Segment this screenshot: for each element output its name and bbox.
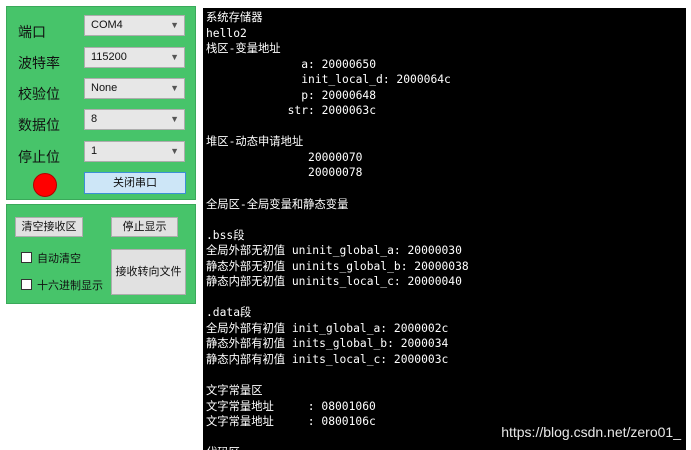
receive-console[interactable]: 系统存储器 hello2 栈区-变量地址 a: 20000650 init_loca… <box>203 8 686 450</box>
databits-label: 数据位 <box>18 118 60 134</box>
console-line: 20000078 <box>206 166 363 180</box>
databits-select[interactable]: 8 ▼ <box>84 109 185 130</box>
auto-clear-checkbox[interactable] <box>21 252 32 263</box>
port-select[interactable]: COM4 ▼ <box>84 15 185 36</box>
baud-select[interactable]: 115200 ▼ <box>84 47 185 68</box>
chevron-down-icon: ▼ <box>170 20 179 30</box>
watermark: https://blog.csdn.net/zero01_ <box>501 424 681 440</box>
stop-display-button[interactable]: 停止显示 <box>111 217 178 237</box>
chevron-down-icon: ▼ <box>170 146 179 156</box>
console-line: 全局外部有初值 init_global_a: 2000002c <box>206 321 449 335</box>
hex-display-checkbox[interactable] <box>21 279 32 290</box>
console-line: 代码区 <box>206 445 686 450</box>
console-line: 系统存储器 <box>206 11 263 24</box>
stopbits-value: 1 <box>91 145 98 157</box>
chevron-down-icon: ▼ <box>170 114 179 124</box>
parity-label: 校验位 <box>18 87 60 103</box>
console-line: 全局区-全局变量和静态变量 <box>206 197 349 211</box>
stopbits-label: 停止位 <box>18 150 60 166</box>
port-status-indicator <box>33 173 57 197</box>
console-line: 静态外部无初值 uninits_global_b: 20000038 <box>206 259 469 273</box>
console-line: .bss段 <box>206 228 245 242</box>
parity-select[interactable]: None ▼ <box>84 78 185 99</box>
save-to-file-button[interactable]: 接收转向文件 <box>111 249 186 295</box>
console-line: 栈区-变量地址 <box>206 42 281 56</box>
console-line: hello2 <box>206 26 247 40</box>
hex-display-label: 十六进制显示 <box>37 279 103 292</box>
parity-value: None <box>91 82 118 94</box>
baud-label: 波特率 <box>18 56 60 72</box>
serial-settings-panel: 端口 COM4 ▼ 波特率 115200 ▼ 校验位 None ▼ 数据位 8 … <box>6 6 196 200</box>
clear-receive-button[interactable]: 清空接收区 <box>15 217 83 237</box>
port-value: COM4 <box>91 19 123 31</box>
chevron-down-icon: ▼ <box>170 52 179 62</box>
console-line: 静态外部有初值 inits_global_b: 2000034 <box>206 337 449 351</box>
console-line: p: 20000648 <box>206 88 377 102</box>
console-line: 静态内部无初值 uninits_local_c: 20000040 <box>206 275 462 289</box>
console-line: a: 20000650 <box>206 57 377 71</box>
stopbits-select[interactable]: 1 ▼ <box>84 141 185 162</box>
auto-clear-label: 自动清空 <box>37 252 81 265</box>
databits-value: 8 <box>91 113 98 125</box>
console-line: 静态内部有初值 inits_local_c: 2000003c <box>206 353 449 367</box>
close-port-button[interactable]: 关闭串口 <box>84 172 186 194</box>
console-line: str: 2000063c <box>206 104 377 118</box>
console-output: 系统存储器 hello2 栈区-变量地址 a: 20000650 init_loca… <box>203 8 686 450</box>
console-line: .data段 <box>206 306 252 320</box>
console-line: 文字常量区 <box>206 384 263 398</box>
baud-value: 115200 <box>91 51 127 63</box>
port-label: 端口 <box>18 25 46 41</box>
console-line: 文字常量地址 : 08001060 <box>206 399 376 413</box>
console-line: init_local_d: 2000064c <box>206 73 451 87</box>
receive-controls-panel: 清空接收区 停止显示 自动清空 十六进制显示 接收转向文件 <box>6 204 196 304</box>
console-line: 全局外部无初值 uninit_global_a: 20000030 <box>206 244 462 258</box>
console-line: 20000070 <box>206 150 363 164</box>
console-line: 堆区-动态申请地址 <box>206 135 304 149</box>
chevron-down-icon: ▼ <box>170 83 179 93</box>
